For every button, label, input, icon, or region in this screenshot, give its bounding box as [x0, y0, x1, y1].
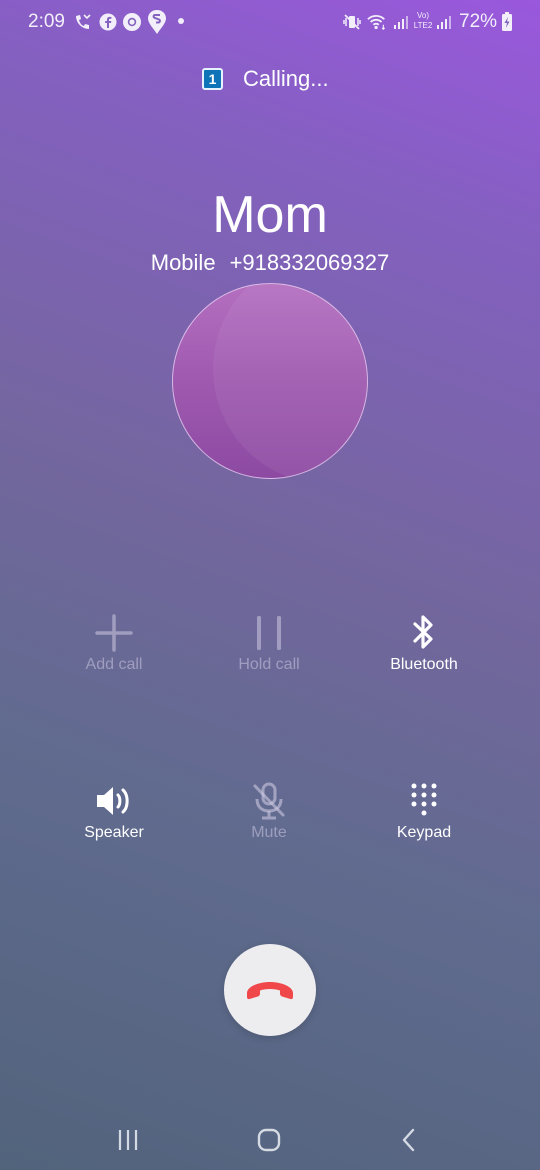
add-call-label: Add call: [85, 656, 143, 673]
call-status: Calling...: [243, 66, 329, 91]
signal-icon-2: [434, 12, 454, 32]
contact-name: Mom: [212, 186, 328, 244]
phone-number: +918332069327: [229, 250, 390, 275]
vibrate-mute-icon: [342, 12, 362, 32]
sim-1-badge: 1: [202, 68, 223, 90]
keypad-icon: [349, 781, 499, 821]
chrome-icon: [122, 12, 142, 32]
avatar-shine: [213, 284, 367, 478]
end-call-icon: [244, 978, 296, 1002]
keypad-button[interactable]: Keypad: [349, 781, 499, 871]
wifi-icon: [367, 12, 387, 32]
notification-more-dot: [178, 18, 184, 24]
contact-number-row: Mobile +918332069327: [0, 250, 540, 276]
battery-charging-icon: [500, 12, 514, 32]
battery-percent: 72%: [459, 11, 498, 32]
home-icon: [256, 1127, 282, 1153]
mute-label: Mute: [251, 824, 287, 841]
speaker-label: Speaker: [84, 824, 144, 841]
status-bar: 2:09 Vo) LTE2 72%: [0, 0, 540, 44]
mute-button[interactable]: Mute: [194, 781, 344, 871]
back-icon: [399, 1127, 419, 1153]
volte-label: Vo): [416, 11, 429, 20]
hold-call-label: Hold call: [238, 656, 300, 673]
back-nav-button[interactable]: [379, 1118, 439, 1162]
bluetooth-button[interactable]: Bluetooth: [349, 613, 499, 703]
missed-call-icon: [73, 12, 93, 32]
speaker-button[interactable]: Speaker: [39, 781, 189, 871]
bluetooth-label: Bluetooth: [390, 656, 458, 673]
recents-icon: [116, 1128, 140, 1152]
keypad-label: Keypad: [396, 824, 452, 841]
plus-icon: [39, 613, 189, 653]
recents-nav-button[interactable]: [98, 1118, 158, 1162]
number-type: Mobile: [150, 250, 216, 275]
hold-call-button[interactable]: Hold call: [194, 613, 344, 703]
pause-icon: [194, 613, 344, 653]
swiggy-icon: [147, 9, 167, 35]
add-call-button[interactable]: Add call: [39, 613, 189, 703]
signal-icon: [391, 12, 411, 32]
status-time: 2:09: [28, 11, 65, 32]
speaker-icon: [39, 781, 189, 821]
volte-lte2-icon: Vo) LTE2: [411, 11, 435, 33]
facebook-icon: [98, 12, 118, 32]
mic-off-icon: [194, 781, 344, 821]
bluetooth-icon: [349, 613, 499, 653]
lte2-label: LTE2: [413, 21, 433, 30]
contact-avatar: [172, 283, 368, 479]
home-nav-button[interactable]: [239, 1118, 299, 1162]
end-call-button[interactable]: [224, 944, 316, 1036]
